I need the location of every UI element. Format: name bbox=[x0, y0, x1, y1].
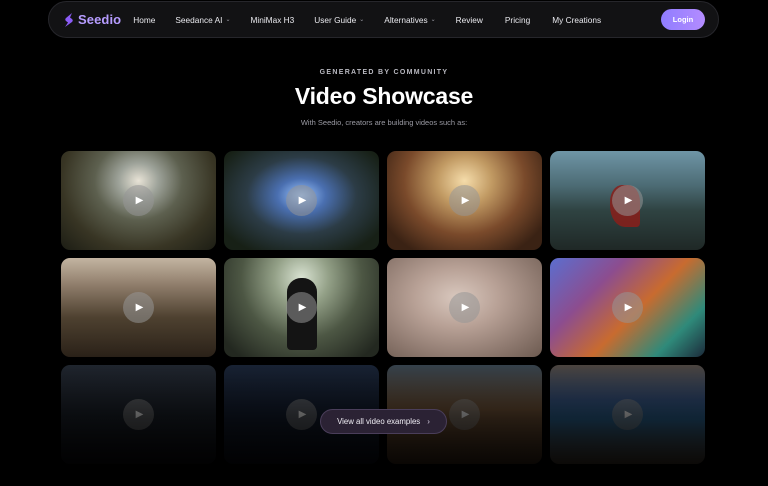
chevron-down-icon: ⌄ bbox=[359, 17, 365, 23]
video-card[interactable]: ▶ bbox=[387, 151, 542, 250]
nav-item-minimax-h3[interactable]: MiniMax H3 bbox=[250, 15, 294, 25]
play-icon: ▶ bbox=[461, 195, 470, 206]
view-all-videos-button[interactable]: View all video examples › bbox=[320, 409, 447, 434]
play-icon: ▶ bbox=[298, 195, 307, 206]
logo-text: Seedio bbox=[78, 12, 122, 27]
section-eyebrow: GENERATED BY COMMUNITY bbox=[319, 69, 449, 76]
chevron-down-icon: ⌄ bbox=[430, 17, 436, 23]
play-icon: ▶ bbox=[624, 195, 633, 206]
nav-item-label: Home bbox=[133, 14, 156, 25]
video-card[interactable]: ▶ bbox=[224, 258, 379, 357]
nav-item-review[interactable]: Review bbox=[456, 15, 483, 25]
nav-item-label: Alternatives bbox=[384, 14, 428, 25]
nav-item-home[interactable]: Home bbox=[133, 15, 155, 25]
video-card[interactable]: ▶ bbox=[550, 258, 705, 357]
play-button[interactable]: ▶ bbox=[123, 185, 154, 216]
play-icon: ▶ bbox=[298, 302, 307, 313]
nav-item-label: Pricing bbox=[504, 14, 531, 25]
play-button[interactable]: ▶ bbox=[612, 292, 643, 323]
chevron-down-icon: ⌄ bbox=[225, 17, 231, 23]
logo[interactable]: Seedio bbox=[63, 12, 121, 28]
nav-item-label: Review bbox=[455, 14, 483, 25]
play-icon: ▶ bbox=[624, 302, 633, 313]
nav-item-label: My Creations bbox=[552, 14, 602, 25]
video-card[interactable]: ▶ bbox=[387, 258, 542, 357]
nav-item-alternatives[interactable]: Alternatives ⌄ bbox=[384, 15, 435, 25]
play-button[interactable]: ▶ bbox=[449, 185, 480, 216]
nav-item-pricing[interactable]: Pricing bbox=[505, 15, 530, 25]
top-navbar: Seedio Home Seedance AI ⌄ MiniMax H3 Use… bbox=[48, 1, 719, 38]
play-icon: ▶ bbox=[461, 302, 470, 313]
play-button[interactable]: ▶ bbox=[286, 292, 317, 323]
play-icon: ▶ bbox=[135, 302, 144, 313]
video-card[interactable]: ▶ bbox=[224, 151, 379, 250]
login-button[interactable]: Login bbox=[661, 9, 705, 30]
seedio-logo-icon bbox=[65, 12, 73, 27]
page-title: Video Showcase bbox=[294, 83, 474, 109]
nav-item-label: MiniMax H3 bbox=[250, 14, 295, 25]
video-card[interactable]: ▶ bbox=[61, 151, 216, 250]
play-button[interactable]: ▶ bbox=[612, 185, 643, 216]
nav-item-my-creations[interactable]: My Creations bbox=[552, 15, 601, 25]
nav-item-label: User Guide bbox=[314, 14, 357, 25]
nav-menu: Home Seedance AI ⌄ MiniMax H3 User Guide… bbox=[133, 15, 601, 25]
nav-item-label: Seedance AI bbox=[175, 14, 223, 25]
video-card[interactable]: ▶ bbox=[61, 258, 216, 357]
video-card[interactable]: ▶ bbox=[550, 151, 705, 250]
play-button[interactable]: ▶ bbox=[123, 292, 154, 323]
nav-item-user-guide[interactable]: User Guide ⌄ bbox=[314, 15, 364, 25]
nav-item-seedance-ai[interactable]: Seedance AI ⌄ bbox=[175, 15, 230, 25]
section-subtitle: With Seedio, creators are building video… bbox=[300, 118, 468, 127]
play-button[interactable]: ▶ bbox=[286, 185, 317, 216]
view-all-label: View all video examples bbox=[337, 417, 421, 426]
play-button[interactable]: ▶ bbox=[449, 292, 480, 323]
chevron-right-icon: › bbox=[427, 417, 430, 426]
play-icon: ▶ bbox=[135, 195, 144, 206]
